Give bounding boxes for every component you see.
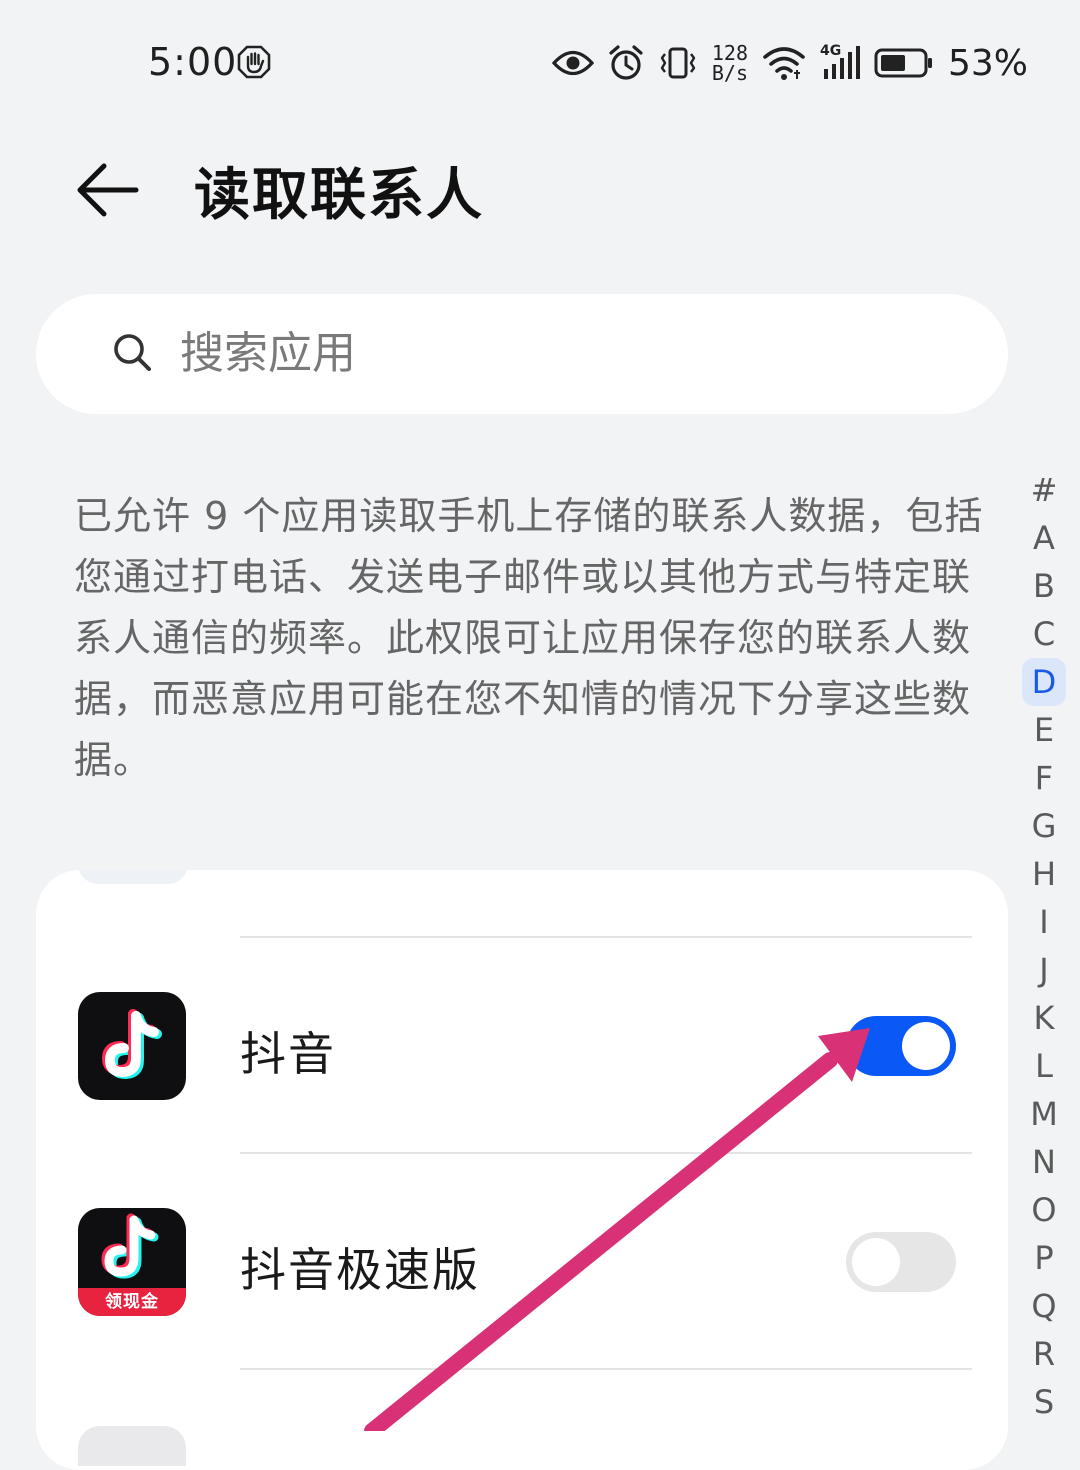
wifi-icon xyxy=(763,47,805,80)
permission-description: 已允许 9 个应用读取手机上存储的联系人数据，包括您通过打电话、发送电子邮件或以… xyxy=(74,494,984,782)
list-divider xyxy=(240,1368,972,1370)
alphabet-index-item[interactable]: I xyxy=(1022,898,1066,946)
alphabet-index-item[interactable]: R xyxy=(1022,1330,1066,1378)
permission-toggle-douyin-lite[interactable] xyxy=(846,1232,956,1292)
network-rate: 128 B/s xyxy=(712,43,748,83)
status-bar: 5:00 128 B/s 4G 53% xyxy=(0,0,1080,130)
app-list-card: 抖音 领现金 抖音极速版 xyxy=(36,870,1008,1470)
back-arrow-icon[interactable] xyxy=(70,158,146,222)
alphabet-index-item[interactable]: J xyxy=(1022,946,1066,994)
alphabet-index-item[interactable]: B xyxy=(1022,562,1066,610)
alphabet-index-item[interactable]: E xyxy=(1022,706,1066,754)
alphabet-index[interactable]: # A B C D E F G H I J K L M N O P Q R S xyxy=(1022,466,1066,1426)
alphabet-index-item[interactable]: Q xyxy=(1022,1282,1066,1330)
app-row-douyin-lite[interactable]: 领现金 抖音极速版 xyxy=(36,1154,1008,1368)
alphabet-index-item[interactable]: C xyxy=(1022,610,1066,658)
alphabet-index-item[interactable]: D xyxy=(1022,658,1066,706)
alarm-icon xyxy=(609,45,643,80)
toggle-knob xyxy=(902,1022,950,1070)
alphabet-index-item[interactable]: N xyxy=(1022,1138,1066,1186)
app-badge: 领现金 xyxy=(78,1288,186,1316)
search-bar[interactable] xyxy=(36,294,1008,414)
status-time: 5:00 xyxy=(148,40,238,84)
vibrate-icon xyxy=(660,47,696,79)
page-title: 读取联系人 xyxy=(194,163,484,228)
network-rate-value: 128 xyxy=(711,41,748,65)
toggle-knob xyxy=(852,1238,900,1286)
alphabet-index-item[interactable]: G xyxy=(1022,802,1066,850)
next-app-icon-peek xyxy=(78,1426,186,1466)
alphabet-index-item[interactable]: P xyxy=(1022,1234,1066,1282)
douyin-lite-icon: 领现金 xyxy=(78,1208,186,1316)
page-header: 读取联系人 xyxy=(0,140,1080,250)
alphabet-index-item[interactable]: K xyxy=(1022,994,1066,1042)
battery-icon xyxy=(874,48,932,78)
app-name: 抖音 xyxy=(240,1027,336,1081)
alphabet-index-item[interactable]: S xyxy=(1022,1378,1066,1426)
permission-toggle-douyin[interactable] xyxy=(846,1016,956,1076)
alphabet-index-item[interactable]: # xyxy=(1022,466,1066,514)
alphabet-index-item[interactable]: M xyxy=(1022,1090,1066,1138)
alphabet-index-item[interactable]: F xyxy=(1022,754,1066,802)
alphabet-index-item[interactable]: L xyxy=(1022,1042,1066,1090)
app-name: 抖音极速版 xyxy=(240,1243,480,1297)
eye-icon xyxy=(551,50,594,76)
douyin-icon xyxy=(78,992,186,1100)
cellular-signal-icon: 4G xyxy=(820,43,860,81)
hand-icon xyxy=(237,45,271,79)
search-icon xyxy=(114,334,151,371)
alphabet-index-item[interactable]: H xyxy=(1022,850,1066,898)
network-rate-unit: B/s xyxy=(711,61,748,85)
alphabet-index-item[interactable]: A xyxy=(1022,514,1066,562)
alphabet-index-item[interactable]: O xyxy=(1022,1186,1066,1234)
search-input[interactable] xyxy=(180,320,960,386)
previous-app-icon-peek xyxy=(78,870,188,884)
app-row-douyin[interactable]: 抖音 xyxy=(36,938,1008,1152)
status-icons: 128 B/s 4G 53% xyxy=(538,38,1028,88)
battery-percent: 53% xyxy=(947,42,1028,84)
